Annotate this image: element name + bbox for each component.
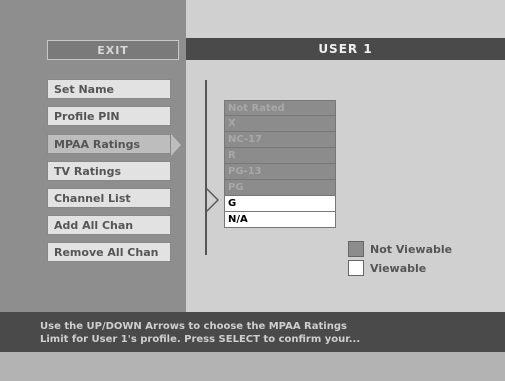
help-text: Use the UP/DOWN Arrows to choose the MPA… <box>0 312 505 352</box>
menu-item-tv-ratings[interactable]: TV Ratings <box>47 161 171 181</box>
menu-item-set-name[interactable]: Set Name <box>47 79 171 99</box>
help-line-2: Limit for User 1's profile. Press SELECT… <box>40 334 361 345</box>
not-viewable-label: Not Viewable <box>370 242 453 256</box>
rating-not-rated[interactable]: Not Rated <box>224 100 336 116</box>
rating-g[interactable]: G <box>224 196 336 212</box>
bracket-arrow-inner <box>207 190 217 210</box>
selected-pointer-icon <box>171 134 181 156</box>
menu-item-profile-pin[interactable]: Profile PIN <box>47 106 171 126</box>
mpaa-ratings-list: Not Rated X NC-17 R PG-13 PG G N/A <box>224 100 336 228</box>
bracket-line <box>205 80 207 255</box>
exit-button[interactable]: EXIT <box>47 40 179 60</box>
rating-n-a[interactable]: N/A <box>224 212 336 228</box>
menu-item-mpaa-ratings[interactable]: MPAA Ratings <box>47 134 171 154</box>
not-viewable-swatch <box>348 241 364 257</box>
parental-control-screen: EXIT USER 1 Set Name Profile PIN MPAA Rati… <box>0 0 505 381</box>
viewable-swatch <box>348 260 364 276</box>
legend-not-viewable: Not Viewable <box>348 240 452 258</box>
viewable-label: Viewable <box>370 261 427 275</box>
help-line-1: Use the UP/DOWN Arrows to choose the MPA… <box>40 321 347 332</box>
rating-pg-13[interactable]: PG-13 <box>224 164 336 180</box>
rating-pg[interactable]: PG <box>224 180 336 196</box>
rating-nc-17[interactable]: NC-17 <box>224 132 336 148</box>
bottom-strip <box>0 352 505 381</box>
legend: Not Viewable Viewable <box>348 240 452 278</box>
menu-item-channel-list[interactable]: Channel List <box>47 188 171 208</box>
legend-viewable: Viewable <box>348 259 452 277</box>
menu-item-remove-all-chan[interactable]: Remove All Chan <box>47 242 171 262</box>
user-title: USER 1 <box>186 38 505 60</box>
rating-x[interactable]: X <box>224 116 336 132</box>
menu-item-add-all-chan[interactable]: Add All Chan <box>47 215 171 235</box>
rating-r[interactable]: R <box>224 148 336 164</box>
